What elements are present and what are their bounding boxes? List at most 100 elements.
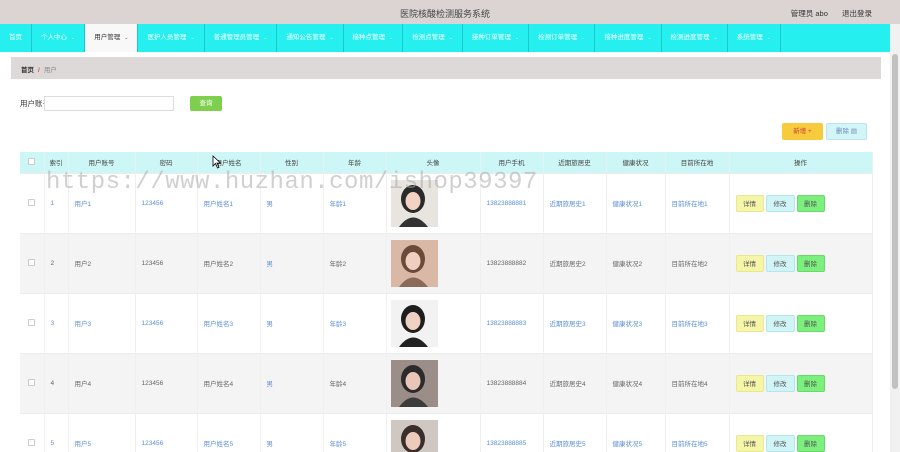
chevron-down-icon: ⌄ [448,35,453,41]
cell-actions: 详情 修改 删除 [729,172,873,233]
nav-item-6[interactable]: 接种点管理 ⌄ [344,24,404,52]
search-button[interactable]: 查询 [190,96,222,111]
nav-item-10[interactable]: 接种进度管理 ⌄ [595,24,662,52]
cell-actions: 详情 修改 删除 [729,292,873,353]
system-title: 医院核酸检测服务系统 [399,9,490,19]
avatar [390,239,438,287]
cell-name: 用户姓名5 [197,412,261,452]
select-all-checkbox[interactable] [20,152,45,173]
nav-item-12[interactable]: 系统管理 ⌄ [728,24,781,52]
nav-item-1[interactable]: 个人中心 ⌄ [32,24,86,52]
nav-item-7[interactable]: 检测点管理 ⌄ [403,24,463,52]
nav-item-9[interactable]: 检测订单管理 ⌄ [529,24,596,52]
row-checkbox[interactable] [20,292,45,353]
delete-button[interactable]: 删除 [796,194,825,212]
cell-name: 用户姓名2 [197,232,261,293]
cell-health: 健康状况2 [606,232,666,293]
cell-password: 123456 [135,292,198,353]
nav-item-8[interactable]: 接种订单管理 ⌄ [463,24,530,52]
batch-delete-button[interactable]: 删除 ▤ [826,123,867,140]
cell-index: 3 [44,292,69,353]
cell-avatar [386,292,481,353]
top-header: 医院核酸检测服务系统 管理员 abo 退出登录 [0,0,900,24]
search-account-input[interactable] [44,96,174,111]
edit-button[interactable]: 修改 [765,374,795,392]
user-label: 管理员 abo [790,9,828,18]
nav-item-label: 检测点管理 [412,34,445,41]
cell-gender: 男 [260,352,324,413]
delete-button[interactable]: 删除 [796,434,825,452]
table-row[interactable]: 4 用户4 123456 用户姓名4 男年龄4 13823888884 近期旅居史4 健康状况… [20,352,873,413]
chevron-down-icon: ⌄ [190,35,195,41]
table-row[interactable]: 2 用户2 123456 用户姓名2 男年龄2 13823888882 近期旅居史2 健康状况… [20,232,873,293]
cell-account: 用户4 [68,352,136,413]
scroll-thumb[interactable] [892,54,898,389]
cell-gender: 男 [260,292,324,353]
delete-button[interactable]: 删除 [796,254,825,272]
delete-button[interactable]: 删除 [796,314,825,332]
edit-button[interactable]: 修改 [765,314,795,332]
row-checkbox[interactable] [20,412,45,452]
logout-link[interactable]: 退出登录 [842,9,872,18]
chevron-down-icon: ⌄ [263,35,268,41]
avatar [390,299,438,347]
chevron-down-icon: ⌄ [329,35,334,41]
watermark-text: https://www.huzhan.com/ishop39397 [46,169,538,196]
content-panel: 用户账号 查询 新增 + 删除 ▤ 索引 用户账号 密码 用户姓名 性别 年龄 头像 用户手机… [11,84,881,452]
chevron-down-icon: ⌄ [514,35,520,41]
nav-item-label: 接种进度管理 [604,34,644,41]
nav-item-3[interactable]: 医护人员管理 ⌄ [138,24,205,52]
avatar [390,359,438,407]
cell-account: 用户3 [68,292,136,353]
detail-button[interactable]: 详情 [735,194,764,212]
row-checkbox[interactable] [20,172,45,233]
page-scrollbar[interactable] [890,24,900,452]
detail-button[interactable]: 详情 [735,254,764,272]
cell-location: 目前所在地1 [665,172,730,233]
nav-item-label: 用户管理 [94,34,121,41]
nav-item-label: 接种点管理 [352,34,386,41]
cell-health: 健康状况5 [606,412,666,452]
nav-item-0[interactable]: 首页 [0,24,32,52]
cell-location: 目前所在地4 [665,352,730,413]
cell-password: 123456 [135,412,198,452]
add-button[interactable]: 新增 + [782,123,823,140]
edit-button[interactable]: 修改 [765,434,795,452]
chevron-down-icon: ⌄ [647,35,652,41]
breadcrumb-current: 用户 [43,67,57,74]
nav-item-4[interactable]: 普通管理员管理 ⌄ [205,24,278,52]
nav-item-2[interactable]: 用户管理 ⌄ [85,24,139,52]
cell-phone: 13823888885 [480,412,544,452]
cell-health: 健康状况3 [606,292,666,353]
nav-item-label: 接种订单管理 [471,34,511,41]
mouse-cursor-icon [212,155,222,169]
detail-button[interactable]: 详情 [735,314,764,332]
chevron-down-icon: ⌄ [389,35,394,41]
cell-name: 用户姓名3 [197,292,261,353]
cell-index: 4 [44,352,69,413]
nav-item-5[interactable]: 通知公告管理 ⌄ [277,24,344,52]
breadcrumb-home[interactable]: 首页 [21,67,34,74]
edit-button[interactable]: 修改 [765,194,795,212]
row-checkbox[interactable] [20,232,45,293]
cell-location: 目前所在地3 [665,292,730,353]
cell-index: 2 [44,232,69,293]
cell-travel: 近期旅居史2 [543,232,607,293]
cell-location: 目前所在地2 [665,232,730,293]
chevron-down-icon: ⌄ [581,35,586,41]
row-checkbox[interactable] [20,352,45,413]
cell-account: 用户5 [68,412,136,452]
table-row[interactable]: 5 用户5 123456 用户姓名5 男年龄5 13823888885 近期旅居史5 健康状况… [20,412,873,452]
table-row[interactable]: 3 用户3 123456 用户姓名3 男年龄3 13823888883 近期旅居史3 健康状况… [20,292,873,353]
cell-avatar [386,352,481,413]
cell-travel: 近期旅居史3 [543,292,607,353]
delete-button[interactable]: 删除 [796,374,825,392]
column-header: 健康状况 [606,152,666,173]
column-header: 操作 [729,152,873,173]
detail-button[interactable]: 详情 [735,434,764,452]
cell-name: 用户姓名4 [197,352,261,413]
breadcrumb-separator: / [38,67,40,74]
nav-item-11[interactable]: 检测进度管理 ⌄ [662,24,728,52]
detail-button[interactable]: 详情 [735,374,764,392]
edit-button[interactable]: 修改 [765,254,795,272]
